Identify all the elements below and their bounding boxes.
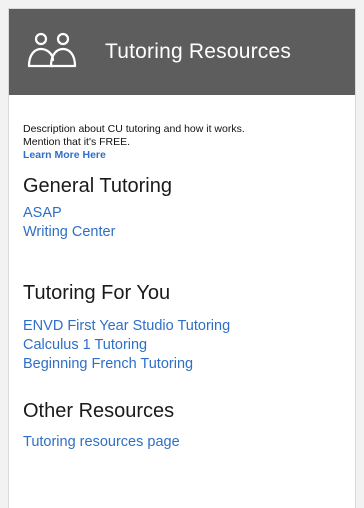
section-title-for-you: Tutoring For You xyxy=(23,282,171,304)
tutoring-card: Tutoring Resources Description about CU … xyxy=(8,8,356,508)
description-free-text: Mention that it's FREE. xyxy=(23,136,131,148)
for-you-links: ENVD First Year Studio Tutoring Calculus… xyxy=(23,317,341,374)
intro-block: Description about CU tutoring and how it… xyxy=(23,123,341,162)
page-title: Tutoring Resources xyxy=(105,40,292,63)
section-tutoring-for-you: Tutoring For You ENVD First Year Studio … xyxy=(23,282,341,374)
section-title-general: General Tutoring xyxy=(23,175,172,197)
main-content: Description about CU tutoring and how it… xyxy=(9,95,355,452)
learn-more-link[interactable]: Learn More Here xyxy=(23,149,341,162)
link-beginning-french-tutoring[interactable]: Beginning French Tutoring xyxy=(23,355,341,374)
section-other-resources: Other Resources Tutoring resources page xyxy=(23,400,341,452)
description-text: Description about CU tutoring and how it… xyxy=(23,123,245,135)
other-links: Tutoring resources page xyxy=(23,433,341,452)
link-calculus-1-tutoring[interactable]: Calculus 1 Tutoring xyxy=(23,336,341,355)
link-tutoring-resources-page[interactable]: Tutoring resources page xyxy=(23,433,341,452)
section-title-other: Other Resources xyxy=(23,400,175,422)
link-asap[interactable]: ASAP xyxy=(23,204,341,223)
general-links: ASAP Writing Center xyxy=(23,204,341,242)
link-envd-studio-tutoring[interactable]: ENVD First Year Studio Tutoring xyxy=(23,317,341,336)
section-general-tutoring: General Tutoring ASAP Writing Center xyxy=(23,175,341,242)
page-header: Tutoring Resources xyxy=(9,9,355,95)
link-writing-center[interactable]: Writing Center xyxy=(23,223,341,242)
people-icon xyxy=(25,26,95,78)
